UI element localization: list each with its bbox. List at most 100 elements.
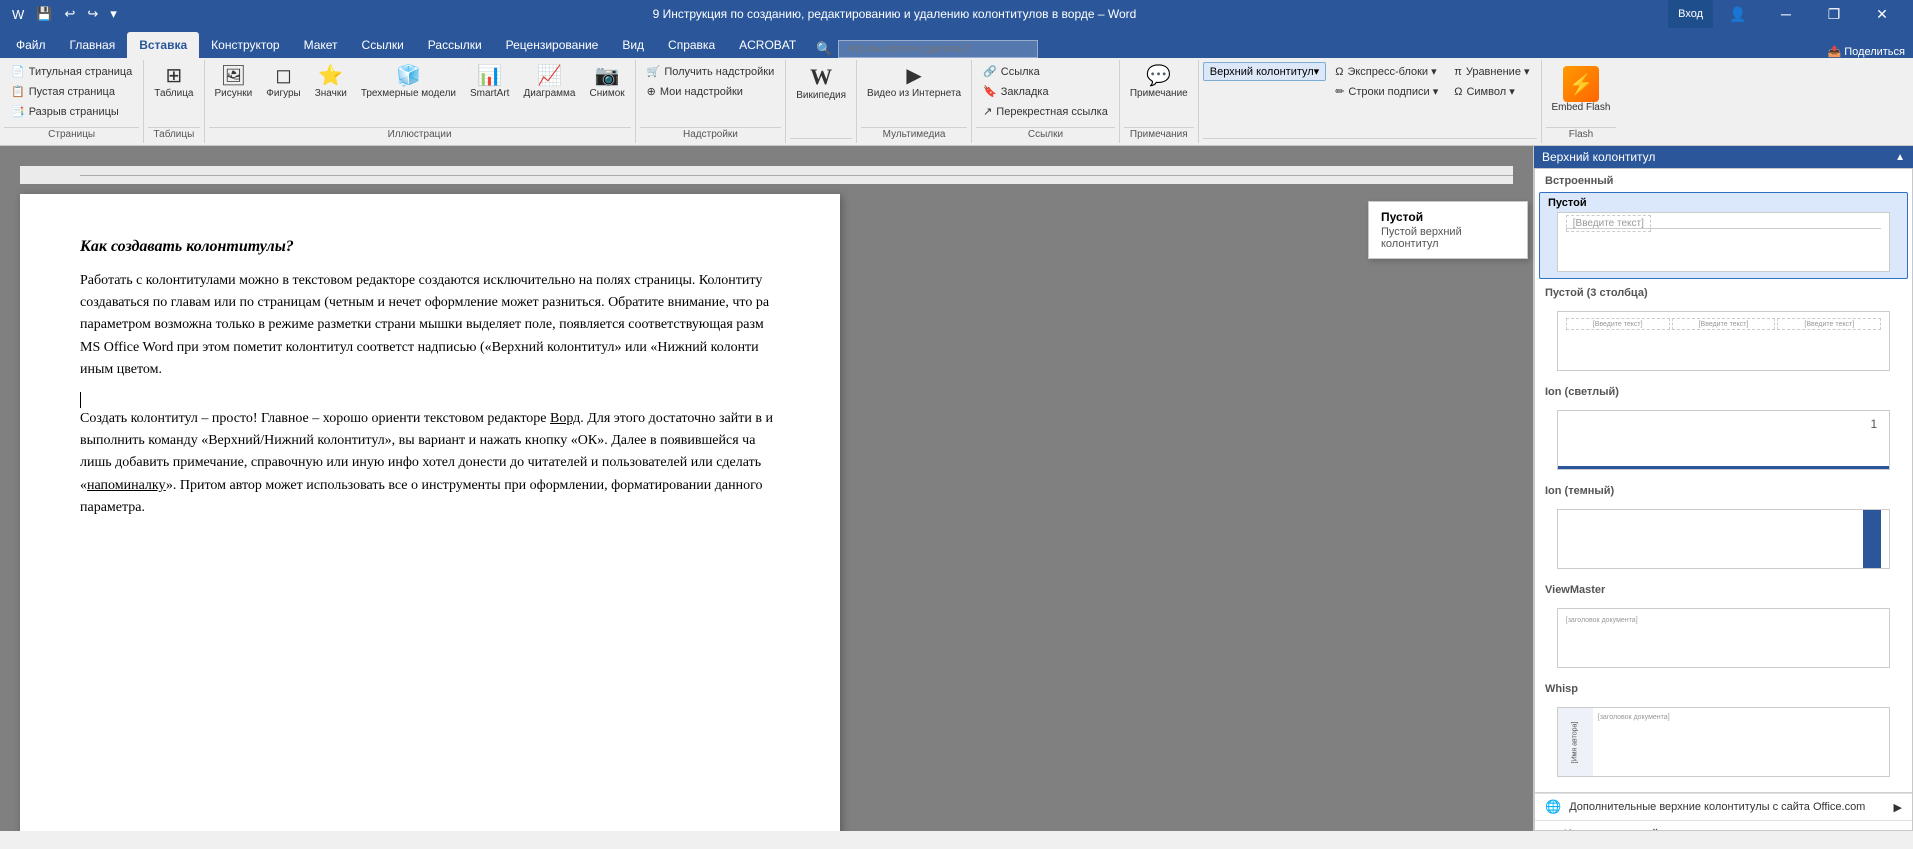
close-button[interactable]: ✕ (1859, 0, 1905, 28)
panel-controls: ▲ (1895, 152, 1905, 163)
undo-button[interactable]: ↩ (60, 4, 79, 24)
tab-view[interactable]: Вид (610, 32, 656, 58)
group-pages-content: 📄 Титульная страница 📋 Пустая страница 📑… (4, 62, 139, 127)
tab-mailings[interactable]: Рассылки (416, 32, 494, 58)
wikipedia-icon: W (810, 66, 832, 88)
word-icon: W (8, 5, 28, 24)
group-comments-content: 💬 Примечание (1124, 62, 1194, 127)
icons-icon: ⭐ (318, 66, 343, 86)
group-pages: 📄 Титульная страница 📋 Пустая страница 📑… (0, 60, 144, 143)
title-page-icon: 📄 (11, 65, 25, 78)
three-col-preview-row: [Введите текст] [Введите текст] [Введите… (1566, 318, 1881, 330)
header-option-ion-dark[interactable] (1539, 502, 1908, 576)
equation-button[interactable]: π Уравнение ▾ (1447, 62, 1536, 81)
bookmark-button[interactable]: 🔖 Закладка (976, 82, 1115, 101)
smartart-icon: 📊 (477, 66, 502, 86)
get-addins-button[interactable]: 🛒 Получить надстройки (640, 62, 782, 81)
header-option-empty-label: Пустой (1548, 197, 1899, 209)
wikipedia-button[interactable]: W Википедия (790, 62, 852, 106)
group-header-footer: Верхний колонтитул ▾ Ω Экспресс-блоки ▾ … (1199, 60, 1542, 143)
video-button[interactable]: ▶ Видео из Интернета (861, 62, 967, 104)
group-illustrations: 🖼 Рисунки ◻ Фигуры ⭐ Значки 🧊 Трехмерные… (205, 60, 636, 143)
save-button[interactable]: 💾 (32, 4, 56, 24)
shapes-button[interactable]: ◻ Фигуры (260, 62, 306, 104)
dropdown-footer: 🌐 Дополнительные верхние колонтитулы с с… (1535, 792, 1912, 831)
tab-help[interactable]: Справка (656, 32, 727, 58)
title-page-button[interactable]: 📄 Титульная страница (4, 62, 139, 81)
title-bar: W 💾 ↩ ↪ ▾ 9 Инструкция по созданию, реда… (0, 0, 1913, 28)
blank-page-button[interactable]: 📋 Пустая страница (4, 82, 139, 101)
express-blocks-icon: Ω (1335, 66, 1343, 78)
express-blocks-button[interactable]: Ω Экспресс-блоки ▾ (1328, 62, 1445, 81)
symbol-icon: Ω (1454, 86, 1462, 98)
section-ion-dark-label: Ion (темный) (1535, 479, 1912, 500)
comment-icon: 💬 (1146, 66, 1171, 86)
cross-ref-icon: ↗ (983, 105, 992, 118)
chart-button[interactable]: 📈 Диаграмма (517, 62, 581, 104)
pages-col: 📄 Титульная страница 📋 Пустая страница 📑… (4, 62, 139, 121)
pictures-button[interactable]: 🖼 Рисунки (209, 62, 259, 104)
smartart-button[interactable]: 📊 SmartArt (464, 62, 515, 104)
tab-insert[interactable]: Вставка (127, 32, 199, 58)
col-2-placeholder: [Введите текст] (1672, 318, 1776, 330)
search-input[interactable] (838, 40, 1038, 58)
header-option-ion-light[interactable]: 1 (1539, 403, 1908, 477)
group-tables-content: ⊞ Таблица (148, 62, 199, 127)
customize-qa-button[interactable]: ▾ (106, 4, 121, 24)
header-dropdown-button[interactable]: Верхний колонтитул ▾ (1203, 62, 1326, 81)
panel-header: Верхний колонтитул ▲ (1534, 146, 1913, 168)
share-action-button[interactable]: 📤 Поделиться (1820, 45, 1913, 58)
document-page[interactable]: Как создавать колонтитулы? Работать с ко… (20, 194, 840, 831)
edit-header-button[interactable]: ✏ Изменить верхний колонтитул (1535, 820, 1912, 831)
minimize-button[interactable]: ─ (1763, 0, 1809, 28)
group-addins-label: Надстройки (640, 127, 782, 141)
my-addins-button[interactable]: ⊕ Мои надстройки (640, 82, 782, 101)
icons-button[interactable]: ⭐ Значки (309, 62, 353, 104)
share-button[interactable]: 👤 (1715, 0, 1761, 28)
tab-file[interactable]: Файл (4, 32, 58, 58)
login-button[interactable]: Вход (1668, 0, 1713, 28)
window-title: 9 Инструкция по созданию, редактированию… (121, 7, 1668, 21)
embed-flash-icon: ⚡ (1563, 66, 1599, 102)
header-option-whisp[interactable]: [Имя автора] [заголовок документа] (1539, 700, 1908, 784)
restore-button[interactable]: ❐ (1811, 0, 1857, 28)
tab-acrobat[interactable]: ACROBAT (727, 32, 808, 58)
embed-flash-button[interactable]: ⚡ Embed Flash (1546, 62, 1617, 118)
page-break-button[interactable]: 📑 Разрыв страницы (4, 102, 139, 121)
pictures-icon: 🖼 (221, 66, 246, 86)
panel-scrollbar-up[interactable]: ▲ (1895, 152, 1905, 163)
tab-layout[interactable]: Макет (292, 32, 350, 58)
redo-button[interactable]: ↪ (83, 4, 102, 24)
tab-references[interactable]: Ссылки (350, 32, 416, 58)
header-option-viewmaster[interactable]: [заголовок документа] (1539, 601, 1908, 675)
group-media-content: ▶ Видео из Интернета (861, 62, 967, 127)
three-col-preview-mock: [Введите текст] [Введите текст] [Введите… (1557, 311, 1890, 371)
header-option-three-col[interactable]: [Введите текст] [Введите текст] [Введите… (1539, 304, 1908, 378)
signature-lines-button[interactable]: ✏ Строки подписи ▾ (1328, 82, 1445, 101)
placeholder-1: [Введите текст] (1566, 215, 1651, 232)
tab-home[interactable]: Главная (58, 32, 128, 58)
horizontal-ruler (20, 166, 1513, 184)
link-button[interactable]: 🔗 Ссылка (976, 62, 1115, 81)
tooltip-desc: Пустой верхний колонтитул (1381, 226, 1515, 250)
tab-constructor[interactable]: Конструктор (199, 32, 291, 58)
whisp-title: [заголовок документа] (1598, 714, 1881, 721)
more-headers-button[interactable]: 🌐 Дополнительные верхние колонтитулы с с… (1535, 793, 1912, 820)
tab-review[interactable]: Рецензирование (494, 32, 611, 58)
group-comments: 💬 Примечание Примечания (1120, 60, 1199, 143)
cross-ref-button[interactable]: ↗ Перекрестная ссылка (976, 102, 1115, 121)
comment-button[interactable]: 💬 Примечание (1124, 62, 1194, 104)
title-bar-left: W 💾 ↩ ↪ ▾ (8, 4, 121, 24)
document-content: Как создавать колонтитулы? Работать с ко… (80, 234, 780, 520)
header-option-empty[interactable]: Пустой [Введите текст] (1539, 192, 1908, 279)
group-links-label: Ссылки (976, 127, 1115, 141)
3d-models-button[interactable]: 🧊 Трехмерные модели (355, 62, 462, 104)
search-icon: 🔍 (816, 41, 832, 57)
section-builtin-label: Встроенный (1535, 169, 1912, 190)
symbol-button[interactable]: Ω Символ ▾ (1447, 82, 1536, 101)
ion-dark-accent (1863, 510, 1881, 568)
header-actions-col: Ω Экспресс-блоки ▾ ✏ Строки подписи ▾ (1328, 62, 1445, 101)
screenshot-button[interactable]: 📷 Снимок (583, 62, 630, 104)
table-button[interactable]: ⊞ Таблица (148, 62, 199, 104)
my-addins-icon: ⊕ (647, 85, 656, 98)
